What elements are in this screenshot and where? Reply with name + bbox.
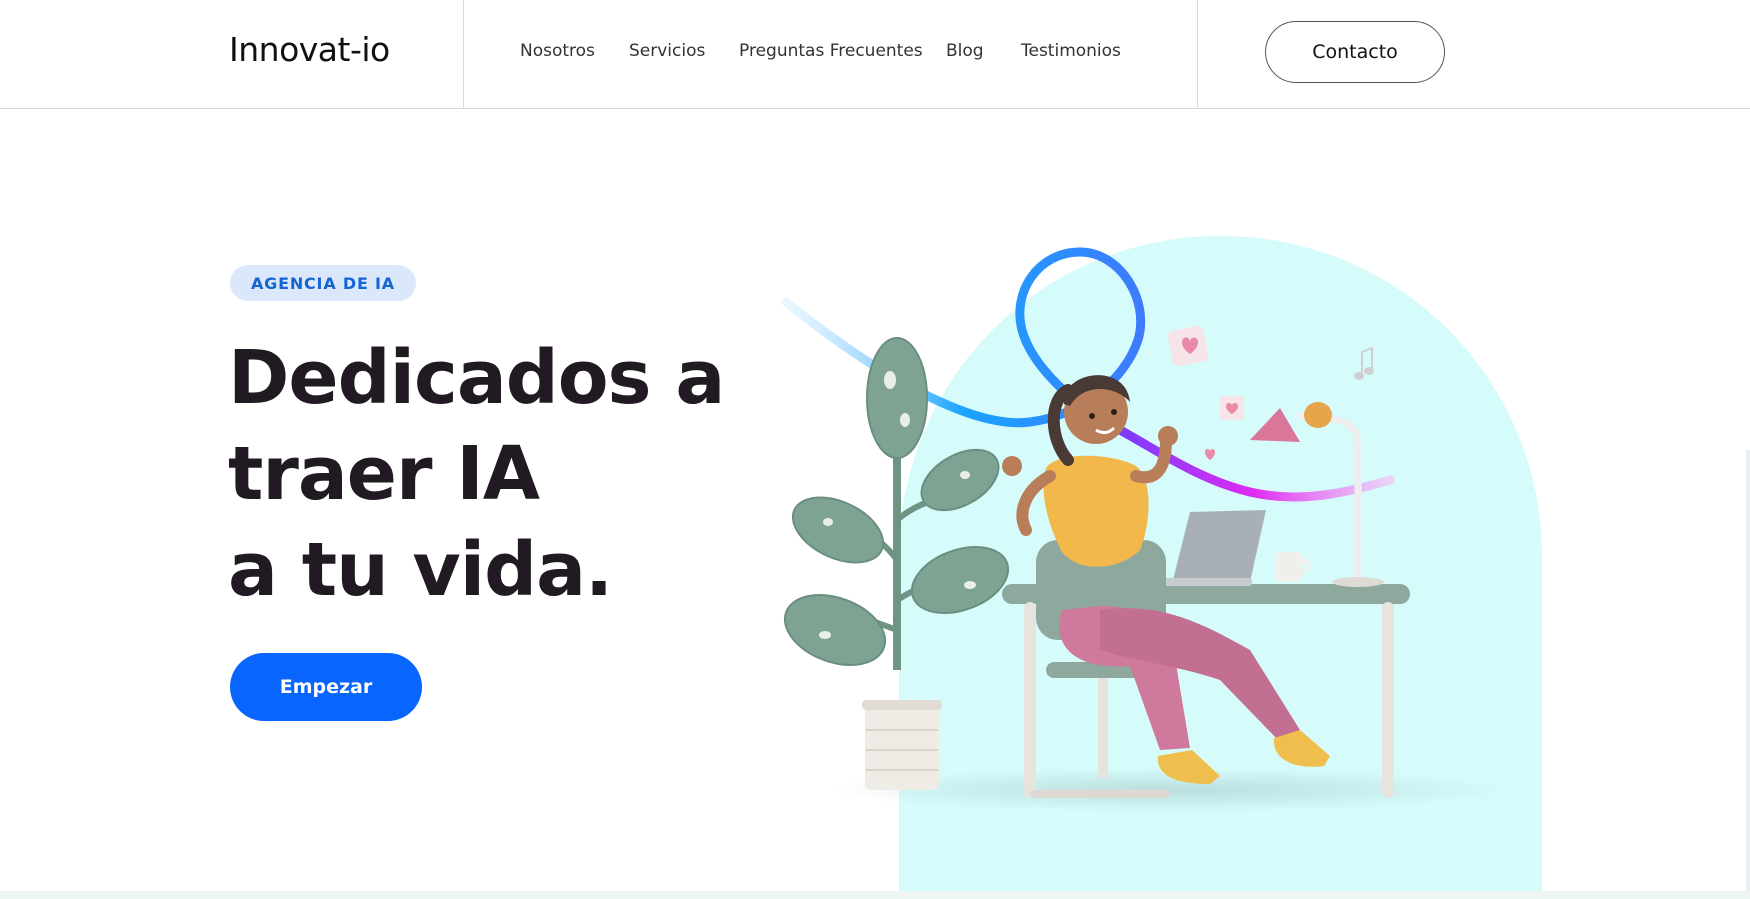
page-scrollbar[interactable] [1746, 450, 1750, 891]
contact-button[interactable]: Contacto [1265, 21, 1445, 83]
nav-item-preguntas-frecuentes[interactable]: Preguntas Frecuentes [739, 41, 923, 61]
nav-item-testimonios[interactable]: Testimonios [1021, 41, 1121, 61]
hero-headline: Dedicados a traer IA a tu vida. [228, 330, 748, 618]
woman-at-desk-illustration [781, 247, 1510, 812]
agency-badge: AGENCIA DE IA [230, 265, 416, 301]
plant [783, 337, 1010, 670]
plant-pot [862, 700, 942, 790]
bird [1304, 402, 1332, 428]
logo[interactable]: Innovat-io [229, 30, 390, 69]
site-header: Innovat-io Nosotros Servicios Preguntas … [0, 0, 1750, 109]
header-divider-right [1197, 0, 1198, 109]
floating-hearts [1167, 325, 1244, 460]
headline-line-1: Dedicados a [228, 335, 725, 421]
headline-line-3: a tu vida. [228, 527, 613, 613]
nav-item-servicios[interactable]: Servicios [629, 41, 705, 61]
header-divider-left [463, 0, 464, 109]
headline-line-2: traer IA [228, 431, 540, 517]
nav-item-blog[interactable]: Blog [946, 41, 984, 61]
next-section-edge [0, 891, 1750, 899]
start-button[interactable]: Empezar [230, 653, 422, 721]
nav-item-nosotros[interactable]: Nosotros [520, 41, 595, 61]
coffee-mug [1276, 552, 1310, 582]
music-note-icon [1354, 346, 1374, 380]
